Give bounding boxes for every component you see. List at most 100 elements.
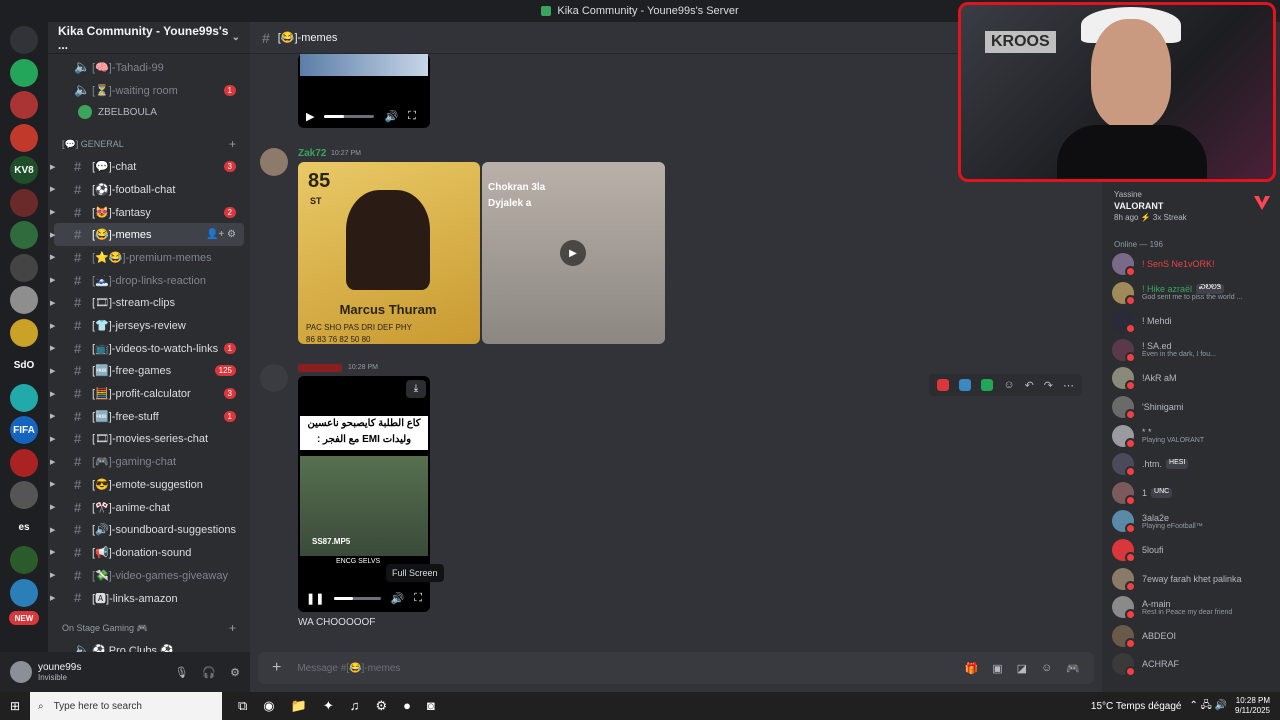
member-item[interactable]: ! Hike azraël ᏍᎧᎧᏕ God sent me to piss the… <box>1112 281 1278 306</box>
member-item[interactable]: .htm. HESI <box>1112 452 1278 478</box>
server-icon[interactable]: SdO <box>10 351 38 379</box>
server-icon[interactable] <box>10 123 38 152</box>
member-item[interactable]: ! SenS Ne1vORK! <box>1112 252 1278 277</box>
voice-user[interactable]: ZBELBOULA <box>48 101 250 123</box>
text-channel[interactable]: ▶ # [🎞]-movies-series-chat <box>50 428 244 451</box>
expand-arrow-icon[interactable]: ▶ <box>50 458 55 466</box>
avatar[interactable] <box>260 148 288 176</box>
gift-icon[interactable]: 🎁 <box>965 662 979 675</box>
emoji-icon[interactable]: ☺ <box>1041 662 1052 675</box>
reaction-emoji-icon[interactable] <box>937 379 950 391</box>
gear-icon[interactable]: ⚙ <box>230 666 240 679</box>
seek-bar[interactable] <box>324 114 375 118</box>
expand-arrow-icon[interactable]: ▶ <box>50 344 55 352</box>
reaction-emoji-icon[interactable] <box>981 379 994 391</box>
video-embed[interactable]: ▶ 🔊 ⛶ <box>298 54 430 128</box>
attach-plus-icon[interactable]: + <box>272 659 281 677</box>
taskbar-clock[interactable]: 10:28 PM 9/11/2025 <box>1235 696 1270 716</box>
expand-arrow-icon[interactable]: ▶ <box>50 526 55 534</box>
headphones-icon[interactable]: 🎧 <box>202 666 216 679</box>
member-item[interactable]: ! Mehdi <box>1112 309 1278 335</box>
gif-icon[interactable]: ▣ <box>992 662 1002 675</box>
volume-icon[interactable]: 🔊 <box>391 592 405 605</box>
reply-icon[interactable]: ↶ <box>1025 379 1034 392</box>
download-icon[interactable]: ⤓ <box>406 380 426 398</box>
server-icon[interactable] <box>10 546 38 574</box>
expand-arrow-icon[interactable]: ▶ <box>50 435 55 443</box>
text-channel[interactable]: ▶ # [😂]-memes 👤+ ⚙ <box>50 223 244 247</box>
expand-arrow-icon[interactable]: ▶ <box>50 367 55 375</box>
expand-arrow-icon[interactable]: ▶ <box>50 322 55 330</box>
text-channel[interactable]: ▶ # [🎞]-stream-clips <box>50 292 244 315</box>
message-author[interactable] <box>298 364 342 372</box>
member-item[interactable]: * * Playing VALORANT <box>1112 424 1278 449</box>
server-icon[interactable]: KV8 <box>10 156 38 184</box>
server-icon[interactable] <box>10 286 38 314</box>
expand-arrow-icon[interactable]: ▶ <box>50 594 55 602</box>
expand-arrow-icon[interactable]: ▶ <box>50 412 55 420</box>
avatar[interactable] <box>260 364 288 392</box>
text-channel[interactable]: ▶ # [⚽]-football-chat <box>50 178 244 201</box>
member-item[interactable]: ACHRAF <box>1112 652 1278 678</box>
text-channel[interactable]: ▶ # [🎌]-anime-chat <box>50 496 244 519</box>
microphone-icon[interactable]: 🎙 <box>174 666 188 679</box>
chrome-icon[interactable]: ◉ <box>263 698 274 714</box>
forward-icon[interactable]: ↷ <box>1044 379 1053 392</box>
add-reaction-icon[interactable]: ☺ <box>1003 379 1014 391</box>
file-explorer-icon[interactable]: 📁 <box>291 698 307 714</box>
stage-channel[interactable]: 🔈 ⚽ Pro Clubs ⚽ <box>54 639 244 652</box>
text-channel[interactable]: ▶ # [🆓]-free-games 125 <box>50 360 244 383</box>
play-icon[interactable]: ▶ <box>560 240 586 266</box>
seek-bar[interactable] <box>334 596 381 600</box>
expand-arrow-icon[interactable]: ▶ <box>50 480 55 488</box>
category-stage[interactable]: On Stage Gaming 🎮 + <box>48 617 250 639</box>
avatar[interactable] <box>10 661 32 683</box>
text-channel[interactable]: ▶ # [👕]-jerseys-review <box>50 314 244 337</box>
text-channel[interactable]: ▶ # [🅰]-links-amazon <box>50 586 244 609</box>
expand-arrow-icon[interactable]: ▶ <box>50 299 55 307</box>
expand-arrow-icon[interactable]: ▶ <box>50 163 55 171</box>
server-icon[interactable] <box>10 481 38 509</box>
text-channel[interactable]: ▶ # [💬]-chat 3 <box>50 155 244 178</box>
fullscreen-icon[interactable]: ⛶ <box>414 592 422 605</box>
message-input[interactable]: Message #[😂]-memes <box>297 663 400 674</box>
text-channel[interactable]: ▶ # [🆓]-free-stuff 1 <box>50 405 244 428</box>
expand-arrow-icon[interactable]: ▶ <box>50 185 55 193</box>
expand-arrow-icon[interactable]: ▶ <box>50 208 55 216</box>
server-icon[interactable]: NEW <box>9 611 39 625</box>
server-icon[interactable] <box>10 318 38 347</box>
text-channel[interactable]: ▶ # [😎]-emote-suggestion <box>50 473 244 496</box>
server-icon[interactable]: FIFA <box>10 416 38 444</box>
channel-settings-icon[interactable]: 👤+ ⚙ <box>206 229 236 240</box>
text-channel[interactable]: ▶ # [🗻]-drop-links-reaction <box>50 269 244 292</box>
voice-channel[interactable]: 🔈 [⏳]-waiting room 1 <box>54 79 244 102</box>
message-composer[interactable]: + Message #[😂]-memes 🎁 ▣ ◪ ☺ 🎮 <box>258 652 1094 684</box>
app-icon[interactable]: ✦ <box>323 698 334 714</box>
text-channel[interactable]: ▶ # [💸]-video-games-giveaway <box>50 564 244 587</box>
taskbar-search[interactable]: ⌕ Type here to search <box>30 692 222 720</box>
category-general[interactable]: [💬] GENERAL + <box>48 133 250 155</box>
expand-arrow-icon[interactable]: ▶ <box>50 276 55 284</box>
member-item[interactable]: 'Shinigami <box>1112 395 1278 420</box>
reaction-emoji-icon[interactable] <box>959 379 972 391</box>
task-view-icon[interactable]: ⧉ <box>238 698 247 714</box>
volume-icon[interactable]: 🔊 <box>384 110 398 123</box>
more-icon[interactable]: ⋯ <box>1063 379 1074 392</box>
member-item[interactable]: ABDEOI <box>1112 624 1278 649</box>
expand-arrow-icon[interactable]: ▶ <box>50 231 55 239</box>
voice-channel[interactable]: 🔈 [🧠]-Tahadi-99 <box>54 56 244 79</box>
expand-arrow-icon[interactable]: ▶ <box>50 571 55 579</box>
text-channel[interactable]: ▶ # [📢]-donation-sound <box>50 541 244 564</box>
server-icon[interactable] <box>10 253 38 282</box>
member-item[interactable]: 3ala2e Playing eFootball™ <box>1112 509 1278 535</box>
expand-arrow-icon[interactable]: ▶ <box>50 548 55 556</box>
windows-start-icon[interactable]: ⊞ <box>0 699 30 713</box>
text-channel[interactable]: ▶ # [⭐😂]-premium-memes <box>50 246 244 269</box>
server-header[interactable]: Kika Community - Youne99s's ... ⌄ <box>48 22 250 54</box>
text-channel[interactable]: ▶ # [😻]-fantasy 2 <box>50 201 244 224</box>
text-channel[interactable]: ▶ # [📺]-videos-to-watch-links 1 <box>50 337 244 360</box>
weather-text[interactable]: 15°C Temps dégagé <box>1091 701 1182 712</box>
spotify-icon[interactable]: ♫ <box>350 698 360 714</box>
server-icon[interactable] <box>10 188 38 217</box>
image-attachment[interactable]: 85 ST Marcus Thuram PAC SHO PAS DRI DEF … <box>298 162 480 344</box>
